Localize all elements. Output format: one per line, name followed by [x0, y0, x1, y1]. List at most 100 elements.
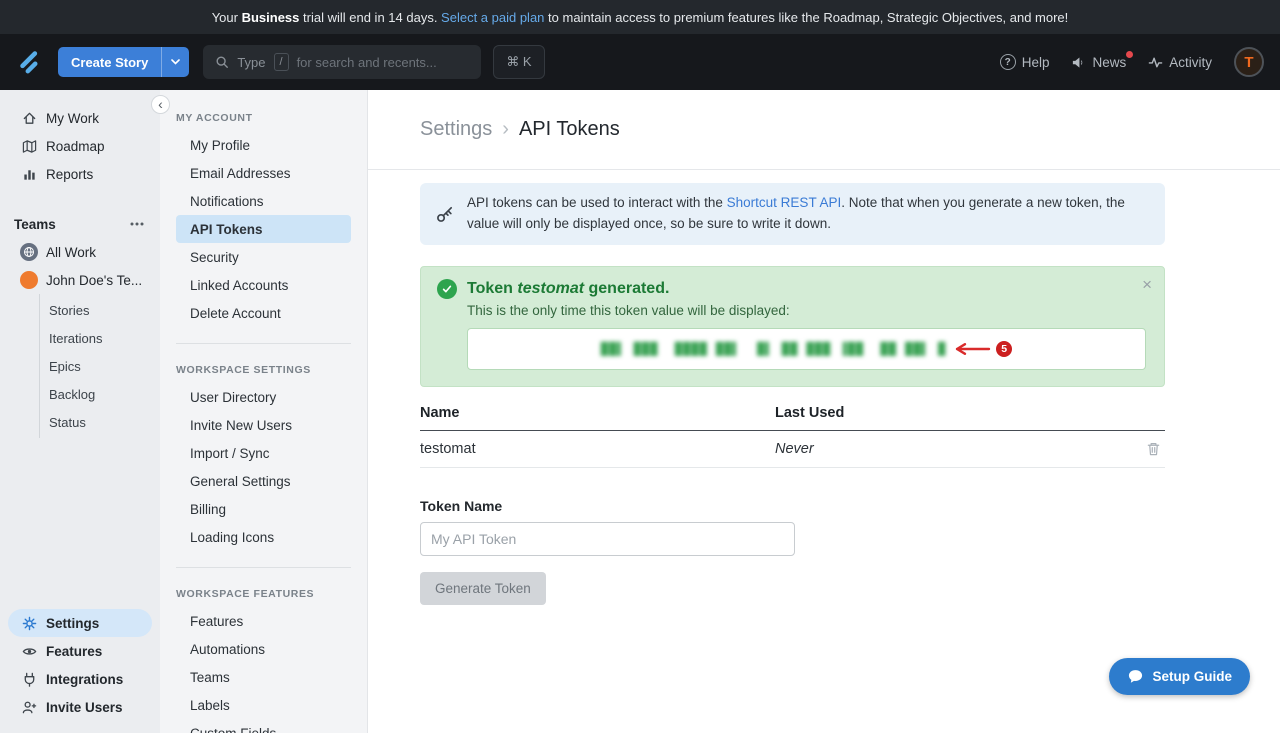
nav-item-billing[interactable]: Billing	[176, 495, 351, 523]
tokens-table: Name Last Used testomat Never	[420, 405, 1165, 468]
sidebar-item-invite-users[interactable]: Invite Users	[8, 693, 152, 721]
sidebar-item-stories[interactable]: Stories	[40, 296, 160, 324]
bar-chart-icon	[22, 167, 37, 182]
select-paid-plan-link[interactable]: Select a paid plan	[441, 10, 544, 25]
token-name-input[interactable]	[420, 522, 795, 556]
token-row-last-used: Never	[775, 441, 814, 457]
token-row-name: testomat	[420, 441, 775, 457]
nav-item-invite-new-users[interactable]: Invite New Users	[176, 411, 351, 439]
nav-section-title-workspace-settings: WORKSPACE SETTINGS	[176, 364, 351, 376]
generate-token-button[interactable]: Generate Token	[420, 572, 546, 605]
subnav-label: Epics	[49, 359, 81, 374]
main-panel: Settings › API Tokens API tokens can be …	[368, 90, 1280, 733]
token-name-label: Token Name	[420, 498, 1165, 514]
nav-item-linked-accounts[interactable]: Linked Accounts	[176, 271, 351, 299]
news-button[interactable]: News	[1071, 55, 1126, 70]
nav-item-general-settings[interactable]: General Settings	[176, 467, 351, 495]
trash-icon[interactable]	[1146, 441, 1161, 457]
breadcrumb-settings-link[interactable]: Settings	[420, 118, 492, 141]
sidebar-item-integrations[interactable]: Integrations	[8, 665, 152, 693]
nav-label: API Tokens	[190, 222, 263, 237]
main-content: API tokens can be used to interact with …	[368, 170, 1165, 605]
teams-overflow-menu-icon[interactable]	[130, 222, 144, 226]
page-title: API Tokens	[519, 118, 620, 141]
close-icon[interactable]: ×	[1142, 276, 1152, 293]
chevron-down-icon	[171, 59, 180, 65]
activity-button[interactable]: Activity	[1148, 55, 1212, 70]
nav-item-labels[interactable]: Labels	[176, 691, 351, 719]
nav-item-import-sync[interactable]: Import / Sync	[176, 439, 351, 467]
teams-label: Teams	[14, 217, 56, 232]
alert-token-name: testomat	[517, 280, 584, 297]
content-row: ‹ My Work Roadmap Reports Teams	[0, 90, 1280, 733]
sidebar-item-settings[interactable]: Settings	[8, 609, 152, 637]
activity-icon	[1148, 55, 1163, 70]
gear-icon	[22, 616, 37, 631]
nav-item-notifications[interactable]: Notifications	[176, 187, 351, 215]
cmd-k-shortcut-badge[interactable]: ⌘ K	[493, 45, 544, 79]
nav-item-my-profile[interactable]: My Profile	[176, 131, 351, 159]
nav-item-security[interactable]: Security	[176, 243, 351, 271]
shortcut-logo-icon[interactable]	[16, 47, 46, 77]
team-label: John Doe's Te...	[46, 273, 142, 288]
create-story-caret-button[interactable]	[162, 47, 189, 77]
megaphone-icon	[1071, 55, 1086, 70]
nav-label: General Settings	[190, 474, 291, 489]
alert-title-post: generated.	[584, 280, 669, 297]
setup-guide-button[interactable]: Setup Guide	[1109, 658, 1250, 695]
nav-label: Automations	[190, 642, 265, 657]
nav-item-features[interactable]: Features	[176, 607, 351, 635]
sidebar-item-roadmap[interactable]: Roadmap	[0, 132, 160, 160]
nav-item-email-addresses[interactable]: Email Addresses	[176, 159, 351, 187]
create-story-button[interactable]: Create Story	[58, 47, 189, 77]
sidebar-item-status[interactable]: Status	[40, 408, 160, 436]
sidebar-bottom-group: Settings Features Integrations	[0, 609, 160, 733]
nav-section-title-workspace-features: WORKSPACE FEATURES	[176, 588, 351, 600]
user-avatar[interactable]: T	[1234, 47, 1264, 77]
sidebar-item-my-work[interactable]: My Work	[0, 104, 160, 132]
search-input[interactable]: Type / for search and recents...	[203, 45, 481, 79]
nav-item-loading-icons[interactable]: Loading Icons	[176, 523, 351, 551]
nav-label: Custom Fields	[190, 726, 276, 733]
info-text-pre: API tokens can be used to interact with …	[467, 195, 727, 210]
alert-subtitle: This is the only time this token value w…	[467, 303, 1148, 318]
sidebar-item-backlog[interactable]: Backlog	[40, 380, 160, 408]
sidebar-item-all-work[interactable]: All Work	[0, 238, 160, 266]
nav-item-custom-fields[interactable]: Custom Fields	[176, 719, 351, 733]
nav-item-teams[interactable]: Teams	[176, 663, 351, 691]
chat-bubble-icon	[1127, 668, 1144, 685]
sidebar-collapse-button[interactable]: ‹	[151, 95, 170, 114]
sidebar-item-epics[interactable]: Epics	[40, 352, 160, 380]
nav-label: User Directory	[190, 390, 276, 405]
topbar-right-group: ? Help News Activity T	[1000, 47, 1264, 77]
setup-guide-label: Setup Guide	[1152, 669, 1232, 684]
check-circle-icon	[437, 279, 457, 299]
team-subnav: Stories Iterations Epics Backlog Status	[39, 294, 160, 438]
bottom-label: Settings	[46, 616, 99, 631]
search-placeholder-rest: for search and recents...	[297, 55, 437, 70]
nav-item-delete-account[interactable]: Delete Account	[176, 299, 351, 327]
nav-divider	[176, 343, 351, 344]
nav-label: Features	[190, 614, 243, 629]
nav-label: Teams	[190, 670, 230, 685]
sidebar-item-reports[interactable]: Reports	[0, 160, 160, 188]
api-tokens-info-box: API tokens can be used to interact with …	[420, 183, 1165, 245]
help-button[interactable]: ? Help	[1000, 54, 1050, 70]
annotation-arrow-icon	[951, 342, 991, 356]
subnav-label: Status	[49, 415, 86, 430]
nav-item-user-directory[interactable]: User Directory	[176, 383, 351, 411]
nav-label: Security	[190, 250, 239, 265]
sidebar-item-iterations[interactable]: Iterations	[40, 324, 160, 352]
sidebar-item-john-does-team[interactable]: John Doe's Te...	[0, 266, 160, 294]
subnav-label: Iterations	[49, 331, 102, 346]
sidebar-item-features[interactable]: Features	[8, 637, 152, 665]
redacted-token-value: ██▌ ███ ████ ██▌ █▌ ██ ███ ▐██ ██ ██▌ █	[601, 342, 946, 356]
column-header-last-used: Last Used	[775, 405, 1165, 421]
subnav-label: Backlog	[49, 387, 95, 402]
key-icon	[436, 205, 454, 223]
nav-item-api-tokens[interactable]: API Tokens	[176, 215, 351, 243]
nav-item-automations[interactable]: Automations	[176, 635, 351, 663]
sidebar-label: My Work	[46, 111, 99, 126]
shortcut-rest-api-link[interactable]: Shortcut REST API	[727, 195, 842, 210]
activity-label: Activity	[1169, 55, 1212, 70]
